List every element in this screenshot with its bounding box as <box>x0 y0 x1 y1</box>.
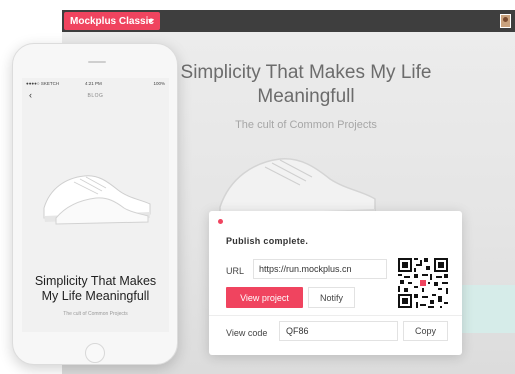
teal-panel <box>457 285 515 333</box>
copy-button[interactable]: Copy <box>403 321 448 341</box>
status-time: 4:21 PM <box>85 81 102 86</box>
url-label: URL <box>226 266 245 276</box>
publish-title: Publish complete. <box>226 236 309 246</box>
hero-subtitle: The cult of Common Projects <box>235 119 377 131</box>
status-carrier: ●●●●○ SKETCH <box>26 81 60 86</box>
notify-button[interactable]: Notify <box>308 287 355 308</box>
phone-screen: ●●●●○ SKETCH 4:21 PM 100% ‹ BLOG Simplic… <box>22 78 169 332</box>
brand-dropdown-button[interactable]: Mockplus Classic <box>64 12 160 30</box>
publish-dialog: Publish complete. URL https://run.mockpl… <box>209 211 462 355</box>
brand-label: Mockplus Classic <box>70 15 154 27</box>
phone-article-title: Simplicity That Makes My Life Meaningful… <box>34 274 157 303</box>
divider <box>209 315 462 316</box>
phone-speaker <box>88 61 106 63</box>
qr-code-icon <box>398 258 448 308</box>
nav-title: BLOG <box>87 93 104 99</box>
status-dot <box>218 219 223 224</box>
caret-down-icon <box>148 19 154 23</box>
status-bar: ●●●●○ SKETCH 4:21 PM 100% <box>22 78 169 88</box>
top-bar: Mockplus Classic <box>62 10 515 32</box>
phone-mockup: ●●●●○ SKETCH 4:21 PM 100% ‹ BLOG Simplic… <box>12 43 178 365</box>
home-button[interactable] <box>85 343 105 363</box>
view-code-field[interactable]: QF86 <box>279 321 398 341</box>
sneaker-image <box>43 175 151 225</box>
phone-article-subtitle: The cult of Common Projects <box>63 311 128 317</box>
view-project-button[interactable]: View project <box>226 287 303 308</box>
status-battery: 100% <box>153 81 165 86</box>
url-field[interactable]: https://run.mockplus.cn <box>253 259 387 279</box>
avatar[interactable] <box>500 14 511 28</box>
view-code-label: View code <box>226 328 268 338</box>
hero-title: Simplicity That Makes My Life Meaningful… <box>180 62 432 107</box>
